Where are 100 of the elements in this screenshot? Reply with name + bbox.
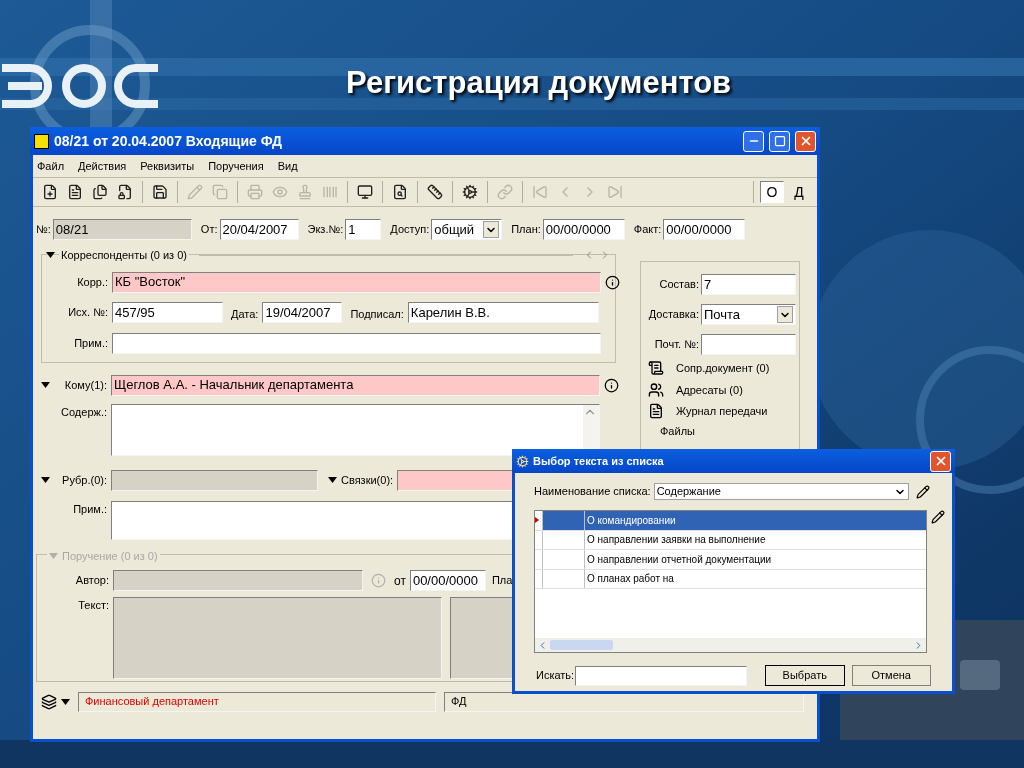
view-toggle[interactable]: Д (787, 181, 811, 203)
input-field[interactable]: 08/21 (52, 219, 192, 240)
field-label: Почт. №: (654, 337, 699, 353)
field-label: №: (36, 222, 51, 238)
input-field[interactable]: Щеглов А.А. - Начальник департамента (111, 374, 600, 396)
menu-item[interactable]: Реквизиты (140, 157, 195, 175)
maximize-button[interactable] (769, 130, 790, 152)
document-icon (67, 184, 83, 200)
edit-icon[interactable] (915, 484, 930, 499)
dropdown-button[interactable] (777, 306, 793, 323)
group-title: Поручение (0 из 0) (62, 548, 158, 564)
input-field[interactable]: 20/04/2007 (219, 219, 299, 240)
files-label: Файлы (660, 423, 696, 439)
window-title: 08/21 от 20.04.2007 Входящие ФД (54, 131, 283, 151)
panel-link[interactable]: Сопр.документ (0) (676, 360, 770, 377)
monitor-icon (357, 184, 373, 200)
link-icon (497, 184, 513, 200)
close-button[interactable] (930, 450, 951, 472)
dialog-button[interactable]: Выбрать (765, 665, 845, 686)
field-label: Исх. №: (67, 305, 108, 321)
field-label: Факт: (633, 222, 662, 238)
app-icon (516, 454, 529, 468)
print-icon (247, 184, 263, 200)
first-icon (532, 184, 548, 200)
field-label: Искать: (536, 668, 575, 684)
list-row[interactable]: О командировании (535, 511, 926, 531)
input-field[interactable]: КБ "Восток" (112, 271, 601, 293)
info-icon[interactable] (604, 377, 619, 393)
status-field: Финансовый департамент (78, 691, 436, 712)
last-icon (607, 184, 623, 200)
menu-item[interactable]: Файл (37, 157, 65, 175)
input-field[interactable]: 457/95 (112, 302, 223, 323)
input-field[interactable] (111, 469, 318, 491)
field-label: Состав: (659, 277, 699, 293)
field-label: План: (511, 222, 541, 238)
expand-triangle-icon[interactable] (61, 698, 70, 705)
field-label: Доставка: (648, 307, 699, 323)
windows-icon[interactable] (41, 693, 57, 710)
field-label: от (394, 572, 406, 590)
minimize-button[interactable] (743, 130, 764, 152)
expand-triangle-icon[interactable] (41, 382, 50, 388)
preview-icon (272, 184, 288, 200)
documents-icon (92, 184, 108, 200)
dialog-button[interactable]: Отмена (851, 665, 931, 686)
input-field[interactable]: 00/00/0000 (542, 219, 625, 240)
expand-triangle-icon[interactable] (41, 477, 50, 483)
dropdown-button[interactable] (483, 221, 500, 238)
text-area[interactable] (111, 403, 600, 456)
new-document-icon (42, 184, 58, 200)
ruler-icon (427, 184, 443, 200)
input-field[interactable]: 00/00/0000 (663, 219, 746, 240)
expand-triangle-icon[interactable] (46, 252, 55, 259)
expand-triangle-icon[interactable] (328, 477, 337, 483)
stamp-icon (297, 184, 313, 200)
field-label: Прим.: (73, 335, 108, 351)
panel-link[interactable]: Журнал передачи (676, 403, 768, 420)
search-field[interactable] (575, 665, 748, 686)
slide-title: Регистрация документов (346, 64, 732, 102)
save-icon (152, 184, 168, 200)
input-field[interactable]: 1 (345, 219, 382, 240)
edit-icon[interactable] (931, 510, 945, 524)
copy-icon (212, 184, 228, 200)
input-field[interactable]: Карелин В.В. (407, 302, 599, 323)
field-label: От: (200, 222, 218, 238)
journal-icon (648, 403, 664, 420)
list-row[interactable]: О направлении отчетной документации (535, 550, 926, 570)
app-icon (34, 133, 49, 149)
people-icon (648, 381, 664, 398)
input-field[interactable]: Почта (701, 304, 796, 325)
field-label: Пла (491, 573, 513, 589)
field-label: Подписал: (350, 307, 404, 320)
input-field[interactable] (112, 332, 601, 354)
row-pointer-icon (535, 517, 539, 524)
list-row[interactable]: О планах работ на (535, 569, 926, 589)
info-icon[interactable] (605, 274, 620, 290)
panel-link[interactable]: Адресаты (0) (676, 381, 743, 398)
field-label: Прим.: (72, 501, 107, 517)
field-label: Текст: (77, 598, 109, 613)
window-title: Выбор текста из списка (533, 453, 665, 469)
menu-item[interactable]: Поручения (208, 157, 264, 175)
field-label: Кому(1): (63, 377, 107, 393)
field-label: Дата: (231, 307, 259, 320)
field-label: Автор: (74, 573, 109, 589)
input-field[interactable]: общий (431, 219, 503, 240)
input-field[interactable] (701, 334, 796, 355)
close-button[interactable] (795, 130, 816, 152)
menu-item[interactable]: Вид (277, 157, 298, 175)
input-field[interactable]: 7 (701, 274, 796, 295)
locked-document-icon (117, 184, 133, 200)
list-row[interactable]: О направлении заявки на выполнение (535, 530, 926, 550)
list-select[interactable]: Содержание (653, 483, 909, 500)
field-label: Связки(0): (341, 472, 394, 488)
document-list-icon (648, 360, 664, 377)
view-toggle[interactable]: О (760, 181, 784, 203)
input-field[interactable]: 19/04/2007 (262, 302, 343, 323)
document-search-icon (392, 184, 408, 200)
menu-item[interactable]: Действия (78, 157, 127, 175)
field-label: Корр.: (76, 274, 108, 290)
input-field[interactable] (113, 570, 363, 591)
barcode-icon (322, 184, 338, 200)
